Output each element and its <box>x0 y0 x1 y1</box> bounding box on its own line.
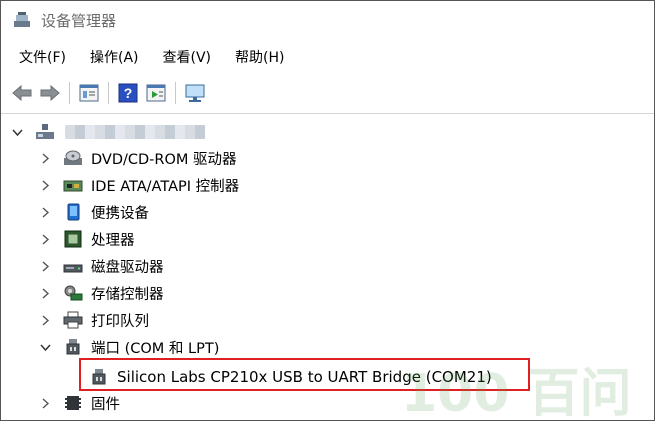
printer-icon <box>63 311 83 329</box>
firmware-icon <box>63 394 83 412</box>
chevron-right-icon[interactable] <box>37 231 53 247</box>
menu-help[interactable]: 帮助(H) <box>227 45 292 71</box>
menu-view[interactable]: 查看(V) <box>155 45 220 71</box>
storage-controller-icon <box>63 284 83 302</box>
ide-controller-icon <box>63 176 83 194</box>
dvd-drive-icon <box>63 149 83 167</box>
tree-item-processor[interactable]: 处理器 <box>37 226 654 252</box>
root-name-redacted <box>65 125 205 139</box>
tree-item-disk[interactable]: 磁盘驱动器 <box>37 253 654 279</box>
chevron-down-icon[interactable] <box>9 124 25 140</box>
tree-item-label: 磁盘驱动器 <box>91 259 164 276</box>
toolbar-divider <box>1 113 654 114</box>
window-title: 设备管理器 <box>41 11 117 30</box>
tree-item-firmware[interactable]: 固件 <box>37 390 654 416</box>
chevron-right-icon[interactable] <box>37 204 53 220</box>
back-arrow-icon[interactable] <box>11 82 33 104</box>
tree-root[interactable] <box>9 119 649 145</box>
help-icon[interactable]: ? <box>117 82 139 104</box>
toolbar: ? <box>1 77 654 109</box>
chevron-right-icon[interactable] <box>37 312 53 328</box>
menu-bar: 文件(F) 操作(A) 查看(V) 帮助(H) <box>1 45 654 71</box>
tree-item-ide[interactable]: IDE ATA/ATAPI 控制器 <box>37 172 654 198</box>
tree-item-portable[interactable]: 便携设备 <box>37 199 654 225</box>
chevron-right-icon[interactable] <box>37 285 53 301</box>
toolbar-separator <box>69 82 70 104</box>
svg-text:?: ? <box>124 85 133 101</box>
tree-item-dvd[interactable]: DVD/CD-ROM 驱动器 <box>37 145 654 171</box>
processor-icon <box>63 230 83 248</box>
menu-file[interactable]: 文件(F) <box>11 45 74 71</box>
chevron-right-icon[interactable] <box>37 150 53 166</box>
tree-item-label: 便携设备 <box>91 205 149 222</box>
tree-item-label: 端口 (COM 和 LPT) <box>91 340 220 357</box>
tree-item-label: 存储控制器 <box>91 286 164 303</box>
disk-drive-icon <box>63 257 83 275</box>
chevron-right-icon[interactable] <box>37 177 53 193</box>
tree-item-label: 打印队列 <box>91 313 149 330</box>
menu-action[interactable]: 操作(A) <box>82 45 147 71</box>
action-icon[interactable] <box>145 82 167 104</box>
toolbar-separator <box>175 82 176 104</box>
port-icon <box>63 338 83 356</box>
device-manager-window: 设备管理器 文件(F) 操作(A) 查看(V) 帮助(H) ? DVD/CD-R… <box>0 0 655 421</box>
tree-item-printer[interactable]: 打印队列 <box>37 307 654 333</box>
computer-icon <box>35 123 55 141</box>
tree-item-label: DVD/CD-ROM 驱动器 <box>91 151 237 168</box>
chevron-down-icon[interactable] <box>37 339 53 355</box>
portable-device-icon <box>63 203 83 221</box>
properties-icon[interactable] <box>78 82 100 104</box>
title-bar: 设备管理器 <box>1 1 654 39</box>
chevron-right-icon[interactable] <box>37 395 53 411</box>
device-manager-icon <box>13 11 31 29</box>
toolbar-separator <box>108 82 109 104</box>
forward-arrow-icon[interactable] <box>39 82 61 104</box>
highlight-box <box>79 358 530 391</box>
tree-item-label: IDE ATA/ATAPI 控制器 <box>91 178 240 195</box>
monitor-icon[interactable] <box>184 82 206 104</box>
tree-item-label: 处理器 <box>91 232 135 249</box>
chevron-right-icon[interactable] <box>37 258 53 274</box>
tree-item-storage[interactable]: 存储控制器 <box>37 280 654 306</box>
tree-item-ports[interactable]: 端口 (COM 和 LPT) <box>37 334 654 360</box>
tree-item-label: 固件 <box>91 396 120 413</box>
